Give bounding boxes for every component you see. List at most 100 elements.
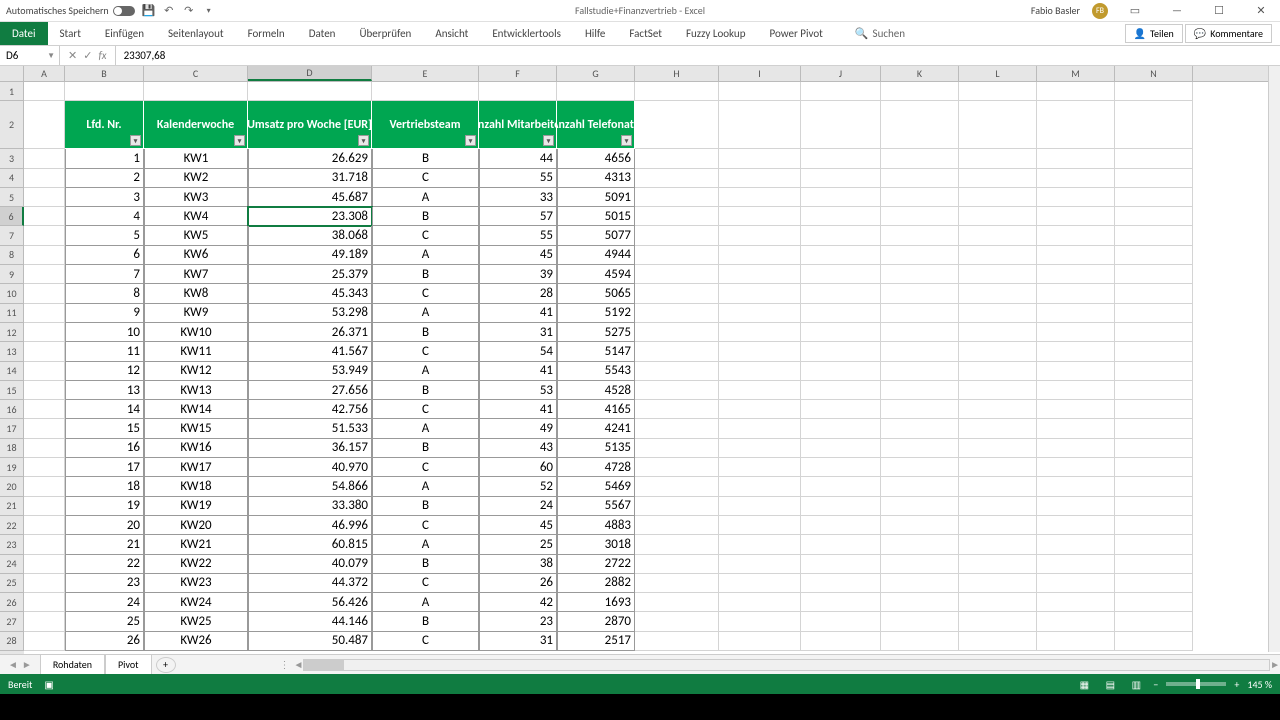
cell[interactable] <box>719 323 801 342</box>
filter-dropdown-icon[interactable]: ▾ <box>621 135 632 146</box>
cell[interactable] <box>719 342 801 361</box>
cell[interactable] <box>719 362 801 381</box>
cell[interactable] <box>801 265 881 284</box>
cell[interactable] <box>1037 304 1115 323</box>
cell[interactable] <box>635 149 719 168</box>
cell[interactable]: B <box>372 555 479 574</box>
cell[interactable] <box>801 342 881 361</box>
cell[interactable] <box>1115 381 1193 400</box>
cell[interactable] <box>959 265 1037 284</box>
cell[interactable] <box>801 188 881 207</box>
cell[interactable]: KW11 <box>144 342 248 361</box>
cell[interactable] <box>881 265 959 284</box>
cell[interactable] <box>959 555 1037 574</box>
row-header-1[interactable]: 1 <box>0 82 24 101</box>
cell[interactable] <box>801 304 881 323</box>
cell[interactable] <box>959 188 1037 207</box>
cell[interactable] <box>719 284 801 303</box>
cell[interactable]: KW14 <box>144 400 248 419</box>
cell[interactable]: 53 <box>479 381 557 400</box>
cell[interactable] <box>635 284 719 303</box>
cell[interactable]: KW12 <box>144 362 248 381</box>
cell[interactable]: 4 <box>65 207 144 226</box>
cell[interactable] <box>881 497 959 516</box>
cell[interactable] <box>959 323 1037 342</box>
ribbon-tab-einfügen[interactable]: Einfügen <box>93 22 156 45</box>
row-header-11[interactable]: 11 <box>0 304 24 323</box>
cell[interactable] <box>881 593 959 612</box>
formula-input[interactable]: 23307,68 <box>116 49 1280 62</box>
autosave-toggle[interactable]: Automatisches Speichern <box>6 4 135 17</box>
hscroll-right-icon[interactable]: ► <box>1270 658 1280 671</box>
cell[interactable] <box>1037 265 1115 284</box>
cell-area[interactable]: Lfd. Nr.▾Kalenderwoche▾Umsatz pro Woche … <box>24 82 1268 654</box>
cell[interactable]: 23.308 <box>248 207 372 226</box>
row-header-20[interactable]: 20 <box>0 477 24 496</box>
col-header-I[interactable]: I <box>719 66 801 81</box>
col-header-H[interactable]: H <box>635 66 719 81</box>
cell[interactable] <box>1037 477 1115 496</box>
cell[interactable]: 26 <box>65 632 144 651</box>
cell[interactable] <box>24 632 65 651</box>
cell[interactable]: 33.380 <box>248 497 372 516</box>
cell[interactable]: B <box>372 323 479 342</box>
cell[interactable]: 60 <box>479 458 557 477</box>
cell[interactable]: A <box>372 188 479 207</box>
cell[interactable] <box>801 149 881 168</box>
cell[interactable]: 19 <box>65 497 144 516</box>
cell[interactable] <box>1115 632 1193 651</box>
cell[interactable] <box>801 82 881 101</box>
ribbon-tab-start[interactable]: Start <box>48 22 93 45</box>
cell[interactable] <box>1037 188 1115 207</box>
cell[interactable]: 5135 <box>557 439 635 458</box>
cell[interactable] <box>881 574 959 593</box>
cell[interactable] <box>1037 284 1115 303</box>
cell[interactable] <box>801 101 881 149</box>
ribbon-tab-factset[interactable]: FactSet <box>617 22 674 45</box>
cell[interactable] <box>801 246 881 265</box>
cell[interactable]: 42.756 <box>248 400 372 419</box>
cell[interactable] <box>635 169 719 188</box>
cell[interactable] <box>881 304 959 323</box>
row-header-17[interactable]: 17 <box>0 419 24 438</box>
cell[interactable]: 40.079 <box>248 555 372 574</box>
cell[interactable] <box>635 535 719 554</box>
cell[interactable] <box>24 574 65 593</box>
row-header-12[interactable]: 12 <box>0 323 24 342</box>
cell[interactable] <box>801 516 881 535</box>
cell[interactable] <box>635 477 719 496</box>
cell[interactable] <box>24 207 65 226</box>
cell[interactable] <box>881 101 959 149</box>
cell[interactable] <box>1037 323 1115 342</box>
cell[interactable]: KW3 <box>144 188 248 207</box>
row-header-3[interactable]: 3 <box>0 149 24 168</box>
cell[interactable]: C <box>372 458 479 477</box>
cell[interactable]: 45 <box>479 516 557 535</box>
cell[interactable] <box>959 169 1037 188</box>
filter-dropdown-icon[interactable]: ▾ <box>543 135 554 146</box>
cell[interactable]: A <box>372 304 479 323</box>
cell[interactable] <box>801 323 881 342</box>
cell[interactable]: KW8 <box>144 284 248 303</box>
cell[interactable] <box>881 439 959 458</box>
cell[interactable]: 22 <box>65 555 144 574</box>
cell[interactable] <box>635 82 719 101</box>
cell[interactable]: KW21 <box>144 535 248 554</box>
cell[interactable]: 20 <box>65 516 144 535</box>
cell[interactable] <box>1115 400 1193 419</box>
cell[interactable] <box>1037 516 1115 535</box>
cell[interactable] <box>1037 535 1115 554</box>
cell[interactable] <box>719 381 801 400</box>
cell[interactable]: 5065 <box>557 284 635 303</box>
col-header-B[interactable]: B <box>65 66 144 81</box>
cell[interactable]: KW2 <box>144 169 248 188</box>
row-header-22[interactable]: 22 <box>0 516 24 535</box>
cell[interactable]: Anzahl Mitarbeiter▾ <box>479 101 557 149</box>
cell[interactable] <box>959 419 1037 438</box>
cell[interactable] <box>959 149 1037 168</box>
share-button[interactable]: 👤Teilen <box>1125 24 1183 43</box>
col-header-L[interactable]: L <box>959 66 1037 81</box>
cell[interactable]: 26.371 <box>248 323 372 342</box>
col-header-E[interactable]: E <box>372 66 479 81</box>
cell[interactable]: KW23 <box>144 574 248 593</box>
